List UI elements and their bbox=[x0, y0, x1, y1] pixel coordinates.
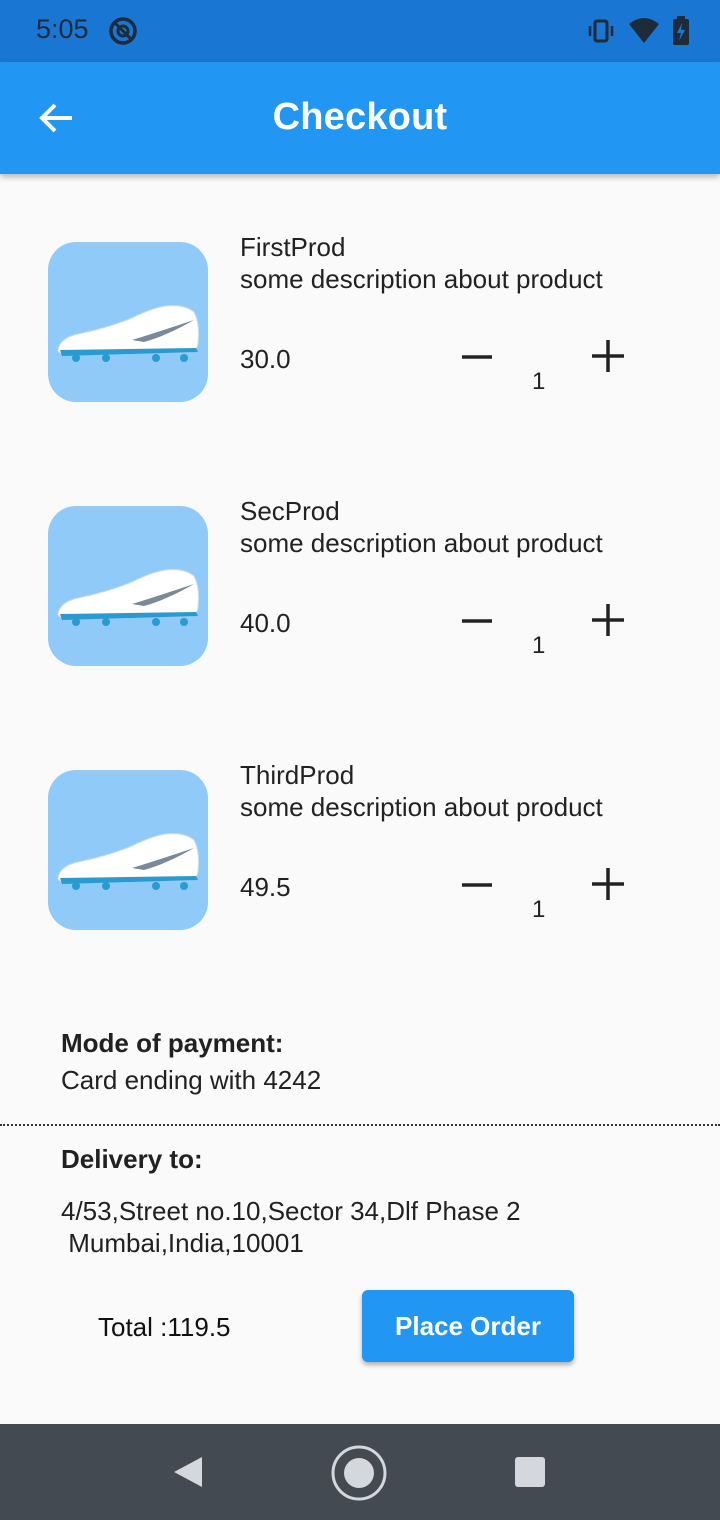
product-name: FirstProd bbox=[240, 232, 346, 262]
product-image bbox=[48, 242, 208, 402]
product-name: ThirdProd bbox=[240, 760, 355, 790]
page-title: Checkout bbox=[272, 96, 448, 138]
divider bbox=[0, 1124, 720, 1126]
product-image bbox=[48, 770, 208, 930]
plus-icon[interactable] bbox=[590, 602, 626, 638]
total-amount: Total :119.5 bbox=[98, 1312, 231, 1342]
status-icons bbox=[586, 16, 690, 46]
product-item: ThirdProd some description about product… bbox=[0, 760, 720, 970]
product-item: SecProd some description about product 4… bbox=[0, 496, 720, 706]
product-description: some description about product bbox=[240, 528, 603, 558]
product-item: FirstProd some description about product… bbox=[0, 232, 720, 442]
status-time: 5:05 bbox=[36, 14, 89, 44]
nav-back-icon[interactable] bbox=[170, 1454, 206, 1490]
minus-icon[interactable] bbox=[460, 604, 494, 638]
payment-label: Mode of payment: bbox=[61, 1028, 284, 1058]
quantity-value: 1 bbox=[532, 896, 546, 923]
football-boot-image bbox=[57, 305, 199, 362]
wifi-icon bbox=[629, 18, 659, 43]
product-price: 30.0 bbox=[240, 344, 291, 374]
minus-icon[interactable] bbox=[460, 340, 494, 374]
payment-value: Card ending with 4242 bbox=[61, 1065, 322, 1095]
football-boot-image bbox=[57, 569, 199, 626]
minus-icon[interactable] bbox=[460, 868, 494, 902]
system-nav-bar bbox=[0, 1424, 720, 1520]
battery-charging-icon bbox=[673, 16, 689, 45]
quantity-value: 1 bbox=[532, 632, 546, 659]
plus-icon[interactable] bbox=[590, 866, 626, 902]
app-bar: Checkout bbox=[0, 62, 720, 174]
product-description: some description about product bbox=[240, 264, 603, 294]
football-boot-image bbox=[57, 833, 199, 890]
do-not-disturb-icon bbox=[109, 17, 137, 45]
vibrate-icon bbox=[588, 19, 614, 43]
product-price: 49.5 bbox=[240, 872, 291, 902]
product-description: some description about product bbox=[240, 792, 603, 822]
nav-recents-icon[interactable] bbox=[514, 1456, 546, 1488]
place-order-button[interactable]: Place Order bbox=[362, 1290, 574, 1362]
plus-icon[interactable] bbox=[590, 338, 626, 374]
product-price: 40.0 bbox=[240, 608, 291, 638]
delivery-address: 4/53,Street no.10,Sector 34,Dlf Phase 2 … bbox=[61, 1196, 521, 1258]
status-bar: 5:05 bbox=[0, 0, 720, 62]
product-name: SecProd bbox=[240, 496, 340, 526]
product-image bbox=[48, 506, 208, 666]
delivery-label: Delivery to: bbox=[61, 1144, 203, 1174]
quantity-value: 1 bbox=[532, 368, 546, 395]
payment-section: Mode of payment: Card ending with 4242 bbox=[61, 1028, 321, 1096]
nav-home-icon[interactable] bbox=[330, 1444, 388, 1502]
